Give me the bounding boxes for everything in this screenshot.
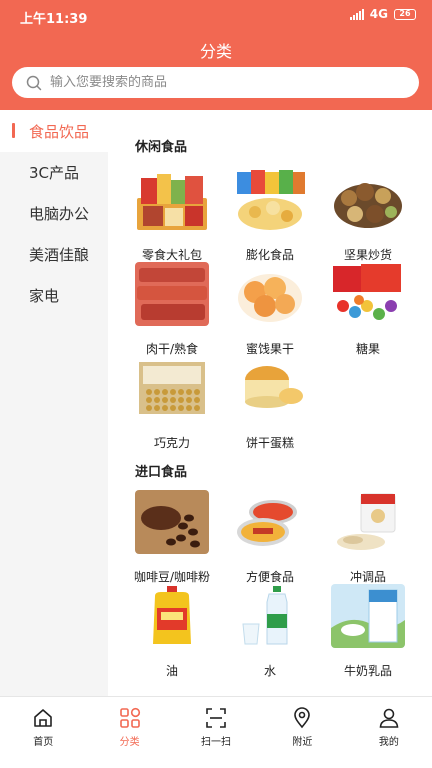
home-indicator [0,748,432,768]
header-bar: 上午11:39 4G 26 分类 [0,0,432,110]
signal-icon [349,8,364,20]
category-content: 休闲食品 零食大礼包 膨化食品 坚果炒货 肉干/熟食 蜜饯果干 糖果 巧克力 饼… [108,110,432,696]
sidebar-item-label: 家电 [29,287,60,305]
product-milk[interactable]: 牛奶乳品 [321,584,415,679]
page-title: 分类 [199,42,232,61]
sidebar-item-label: 美酒佳酿 [29,246,90,264]
tab-category[interactable]: 分类 [86,697,172,748]
coffee-image [135,490,209,554]
product-label: 咖啡豆/咖啡粉 [133,570,211,584]
bottom-tab-bar: 首页 分类 扫一扫 附近 我的 [0,696,432,748]
sidebar-item-appliances[interactable]: 家电 [0,275,108,316]
scan-icon [206,708,226,728]
dried-fruit-image [233,262,307,326]
product-candy[interactable]: 糖果 [321,262,415,357]
sidebar-item-3c-products[interactable]: 3C产品 [0,152,108,193]
category-sidebar: 食品饮品 3C产品 电脑办公 美酒佳酿 家电 [0,110,108,696]
candy-image [331,262,405,326]
product-label: 巧克力 [153,436,190,450]
product-label: 冲调品 [349,570,386,584]
product-label: 牛奶乳品 [343,664,392,678]
product-oatmeal[interactable]: 冲调品 [321,490,415,585]
product-water[interactable]: 水 [223,584,317,679]
tab-home[interactable]: 首页 [0,697,86,748]
sidebar-item-food-drinks[interactable]: 食品饮品 [0,110,108,152]
oil-image [135,584,209,648]
status-time: 上午11:39 [20,12,88,27]
category-icon [119,707,140,728]
oatmeal-image [331,490,405,554]
water-image [233,584,307,648]
status-indicators: 4G 26 [349,7,416,21]
product-label: 水 [263,664,276,678]
sidebar-item-label: 食品饮品 [29,122,90,141]
product-label: 糖果 [355,342,380,356]
puffed-food-image [233,168,307,232]
sidebar-item-label: 3C产品 [29,164,80,182]
product-chocolate[interactable]: 巧克力 [125,356,219,451]
location-icon [294,707,311,729]
jerky-image [135,262,209,326]
product-label: 饼干蛋糕 [245,436,294,450]
section-title: 休闲食品 [135,140,188,155]
product-coffee[interactable]: 咖啡豆/咖啡粉 [125,490,219,585]
milk-image [331,584,405,648]
product-label: 方便食品 [245,570,294,584]
product-label: 蜜饯果干 [245,342,294,356]
tab-scan[interactable]: 扫一扫 [173,697,259,748]
tab-label: 我的 [378,737,399,748]
section-title: 进口食品 [135,465,188,480]
product-jerky[interactable]: 肉干/熟食 [125,262,219,357]
product-cake[interactable]: 饼干蛋糕 [223,356,317,451]
tab-label: 分类 [119,737,140,748]
tab-label: 附近 [292,737,313,748]
search-bar[interactable] [12,67,419,98]
sidebar-item-fine-wine[interactable]: 美酒佳酿 [0,234,108,275]
network-type: 4G [369,7,388,21]
sidebar-item-computer-office[interactable]: 电脑办公 [0,193,108,234]
product-instant-food[interactable]: 方便食品 [223,490,317,585]
product-label: 肉干/熟食 [145,342,199,356]
search-input[interactable] [50,75,390,90]
product-nuts[interactable]: 坚果炒货 [321,168,415,263]
snack-gift-pack-image [135,168,209,232]
cake-image [233,356,307,420]
product-label: 零食大礼包 [141,248,202,262]
product-snack-gift-pack[interactable]: 零食大礼包 [125,168,219,263]
nuts-image [331,168,405,232]
battery-icon: 26 [394,8,416,20]
product-label: 油 [165,664,178,678]
tab-label: 扫一扫 [201,737,232,748]
product-puffed-food[interactable]: 膨化食品 [223,168,317,263]
home-icon [34,709,53,727]
product-label: 坚果炒货 [343,248,392,262]
user-icon [379,708,399,728]
sidebar-item-label: 电脑办公 [29,205,90,223]
product-oil[interactable]: 油 [125,584,219,679]
tab-label: 首页 [33,737,54,748]
product-label: 膨化食品 [245,248,294,262]
product-dried-fruit[interactable]: 蜜饯果干 [223,262,317,357]
search-icon [26,75,42,90]
tab-mine[interactable]: 我的 [346,697,432,748]
status-bar: 上午11:39 4G 26 [0,0,432,32]
chocolate-image [135,356,209,420]
tab-nearby[interactable]: 附近 [259,697,345,748]
instant-food-image [233,490,307,554]
